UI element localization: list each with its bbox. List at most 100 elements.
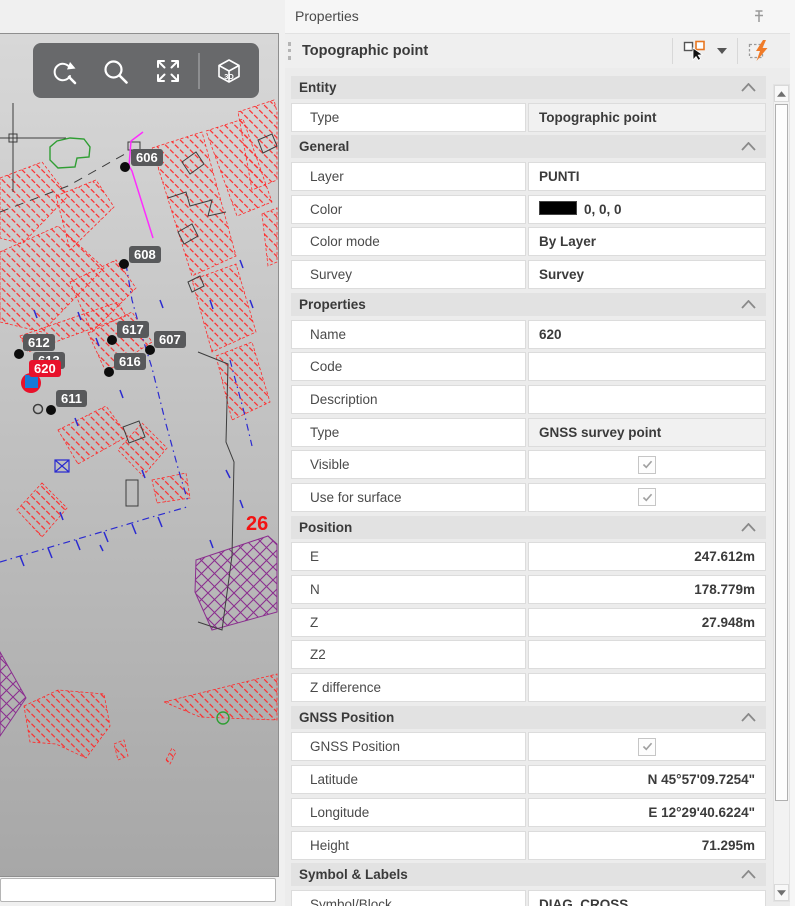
zoom-button[interactable] — [92, 48, 138, 94]
svg-text:3D: 3D — [224, 72, 234, 81]
point-label-620[interactable]: 620 — [29, 360, 61, 377]
property-value[interactable] — [528, 732, 766, 761]
scroll-up-button[interactable] — [774, 85, 789, 102]
checkmark-icon — [641, 491, 654, 504]
color-value: 0, 0, 0 — [584, 202, 622, 217]
command-input[interactable] — [0, 878, 276, 902]
property-label: Symbol/Block — [291, 890, 526, 906]
property-value[interactable]: Survey — [528, 260, 766, 289]
point-label-612[interactable]: 612 — [23, 334, 55, 351]
property-label: GNSS Position — [291, 732, 526, 761]
property-row-gnss-position: GNSS Position — [291, 732, 766, 761]
property-label: Color mode — [291, 227, 526, 256]
separator — [737, 38, 738, 64]
point-dot-608[interactable] — [119, 259, 129, 269]
pin-panel-button[interactable] — [749, 7, 769, 27]
property-value[interactable] — [528, 450, 766, 479]
property-label: Visible — [291, 450, 526, 479]
section-title: Entity — [299, 80, 337, 95]
zoom-previous-button[interactable] — [40, 48, 86, 94]
scroll-down-button[interactable] — [774, 884, 789, 901]
quick-select-icon — [748, 39, 772, 63]
quick-select-button[interactable] — [748, 39, 772, 63]
zoom-extents-button[interactable] — [145, 48, 191, 94]
property-value[interactable]: PUNTI — [528, 162, 766, 191]
property-value[interactable]: GNSS survey point — [528, 418, 766, 447]
property-value[interactable]: 178.779m — [528, 575, 766, 604]
map-viewport[interactable]: 606608617607616612613611620 26 — [0, 33, 279, 877]
select-entity-icon — [683, 39, 707, 63]
property-row-longitude: LongitudeE 12°29'40.6224" — [291, 798, 766, 827]
property-row-type: TypeTopographic point — [291, 103, 766, 132]
checkbox[interactable] — [638, 456, 656, 474]
section-header-properties[interactable]: Properties — [291, 293, 766, 316]
point-dot-606[interactable] — [120, 162, 130, 172]
section-header-general[interactable]: General — [291, 135, 766, 158]
property-row-visible: Visible — [291, 450, 766, 479]
property-value[interactable]: By Layer — [528, 227, 766, 256]
zoom-previous-icon — [54, 62, 75, 83]
property-row-n: N178.779m — [291, 575, 766, 604]
zoom-extents-icon — [158, 61, 178, 81]
property-value[interactable]: N 45°57'09.7254" — [528, 765, 766, 794]
point-label-606[interactable]: 606 — [131, 149, 163, 166]
checkbox[interactable] — [638, 738, 656, 756]
section-title: Symbol & Labels — [299, 867, 408, 882]
property-label: Code — [291, 352, 526, 381]
properties-panel: Properties Topographic point — [285, 0, 795, 906]
property-label: Z difference — [291, 673, 526, 702]
property-value[interactable] — [528, 673, 766, 702]
point-label-616[interactable]: 616 — [114, 353, 146, 370]
checkmark-icon — [641, 458, 654, 471]
property-value[interactable]: E 12°29'40.6224" — [528, 798, 766, 827]
checkmark-icon — [641, 740, 654, 753]
map-panel: 606608617607616612613611620 26 — [0, 0, 285, 906]
point-label-607[interactable]: 607 — [154, 331, 186, 348]
point-dot-611[interactable] — [46, 405, 56, 415]
section-title: Position — [299, 520, 352, 535]
property-value[interactable]: 0, 0, 0 — [528, 195, 766, 224]
scrollbar[interactable] — [773, 84, 790, 902]
properties-panel-header: Properties — [285, 0, 795, 32]
checkbox[interactable] — [638, 488, 656, 506]
property-value[interactable]: 620 — [528, 320, 766, 349]
chevron-up-icon — [741, 870, 756, 879]
property-value[interactable] — [528, 352, 766, 381]
chevron-up-icon — [741, 523, 756, 532]
scrollbar-thumb[interactable] — [775, 104, 788, 801]
select-entity-dropdown[interactable] — [717, 48, 727, 54]
section-title: GNSS Position — [299, 710, 394, 725]
property-row-name: Name620 — [291, 320, 766, 349]
section-header-position[interactable]: Position — [291, 516, 766, 539]
property-value[interactable]: 71.295m — [528, 831, 766, 860]
property-value[interactable]: 247.612m — [528, 542, 766, 571]
section-header-entity[interactable]: Entity — [291, 76, 766, 99]
section-title: General — [299, 139, 349, 154]
select-entity-button[interactable] — [683, 39, 707, 63]
drag-grip-icon[interactable] — [288, 42, 294, 60]
property-row-height: Height71.295m — [291, 831, 766, 860]
zoom-icon — [106, 61, 127, 82]
triangle-down-icon — [777, 890, 786, 896]
section-header-symbol-labels[interactable]: Symbol & Labels — [291, 863, 766, 886]
entity-header-bar: Topographic point — [285, 33, 790, 69]
property-label: Name — [291, 320, 526, 349]
chevron-up-icon — [741, 142, 756, 151]
point-dot-617[interactable] — [107, 335, 117, 345]
point-dot-612[interactable] — [14, 349, 24, 359]
property-value[interactable]: DIAG_CROSS — [528, 890, 766, 906]
property-value[interactable]: 27.948m — [528, 608, 766, 637]
section-header-gnss-position[interactable]: GNSS Position — [291, 706, 766, 729]
property-value[interactable] — [528, 385, 766, 414]
chevron-up-icon — [741, 300, 756, 309]
view-3d-button[interactable]: 3D — [206, 48, 252, 94]
property-value[interactable] — [528, 640, 766, 669]
property-row-color: Color0, 0, 0 — [291, 195, 766, 224]
point-label-611[interactable]: 611 — [56, 390, 87, 407]
property-value[interactable]: Topographic point — [528, 103, 766, 132]
property-row-z2: Z2 — [291, 640, 766, 669]
point-label-617[interactable]: 617 — [117, 321, 149, 338]
property-value[interactable] — [528, 483, 766, 512]
point-label-608[interactable]: 608 — [129, 246, 161, 263]
point-dot-616[interactable] — [104, 367, 114, 377]
